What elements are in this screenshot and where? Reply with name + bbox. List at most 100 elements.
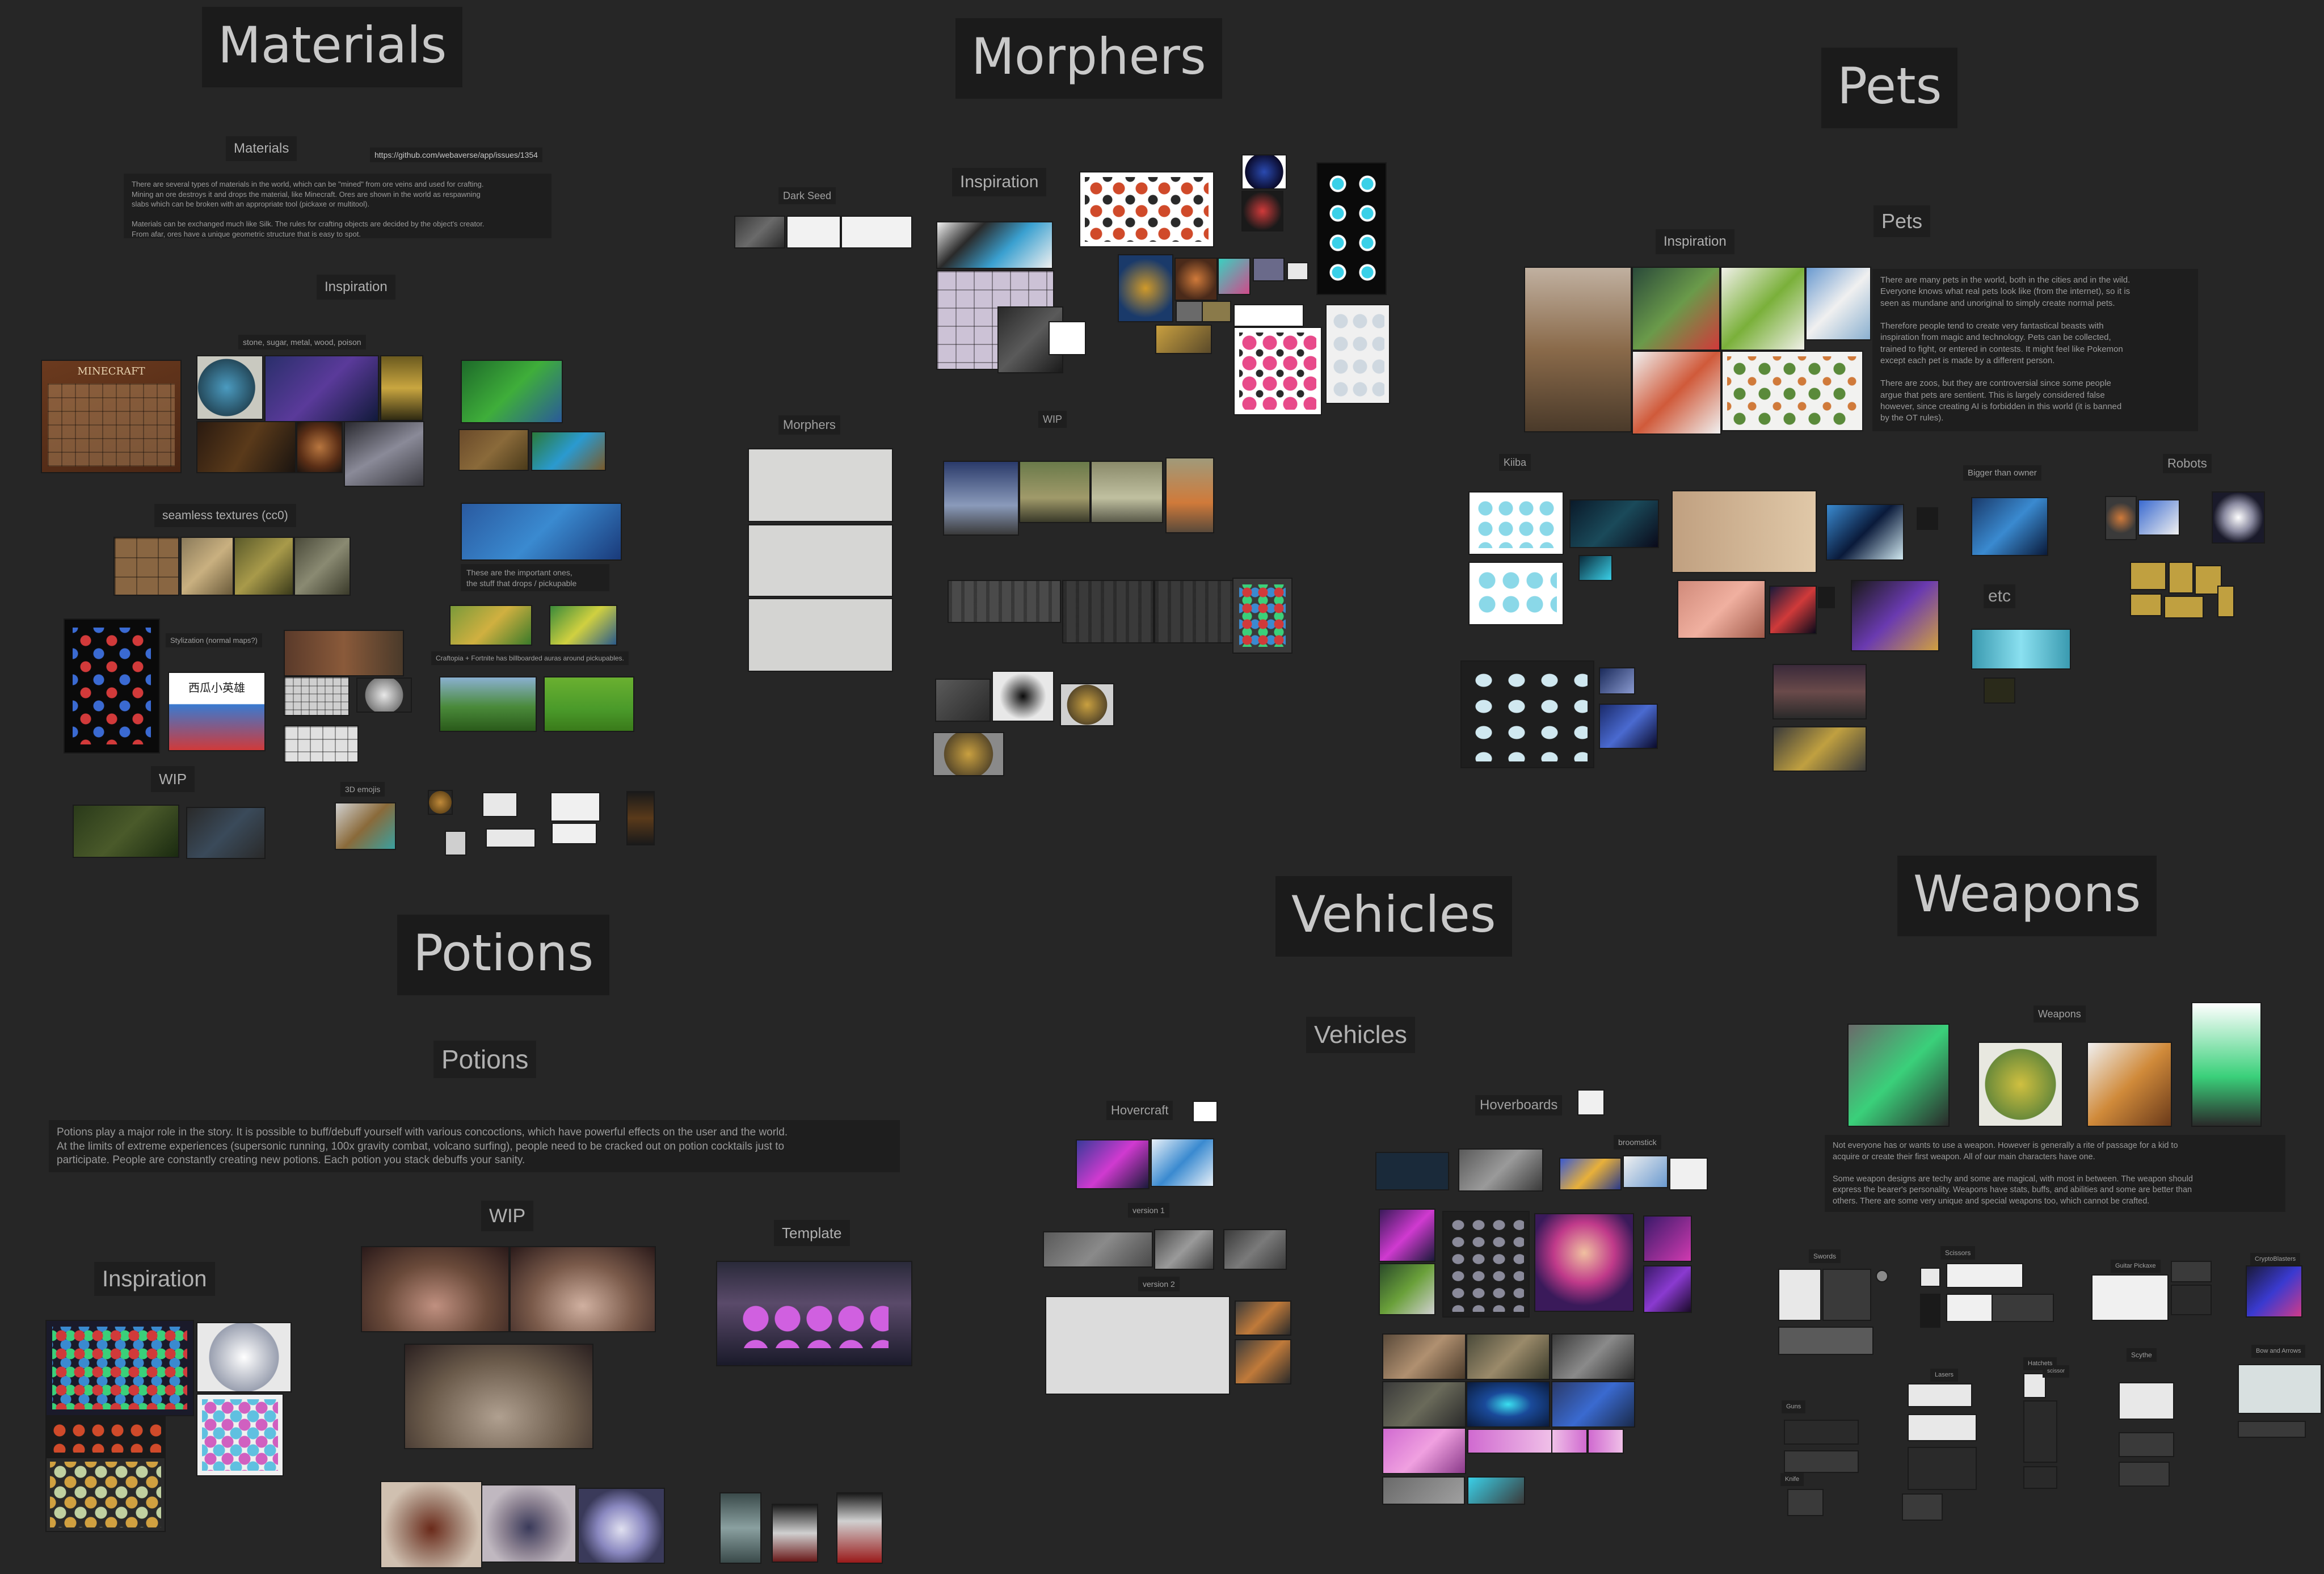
vehicles-version2-label: version 2 [1138, 1277, 1180, 1291]
morpher-wip-render-4 [1165, 457, 1214, 533]
emoji-thumb-2 [482, 792, 517, 817]
pet-lizard-image [1773, 726, 1867, 772]
morphers-section-title: Morphers [955, 18, 1222, 99]
morpher-wip-bug-4 [933, 732, 1004, 776]
morpher-inspo-pink-bot-sheet [1233, 327, 1322, 415]
scythe-image-3 [2119, 1462, 2170, 1487]
morpher-inspo-thumb-c [1176, 301, 1203, 322]
materials-subtitle: Materials [226, 136, 297, 161]
scissor-label: scissor [2043, 1365, 2070, 1378]
broomstick-image-3 [1669, 1158, 1708, 1190]
robot-pet-1 [2105, 496, 2137, 540]
dark-seed-label: Dark Seed [778, 187, 836, 204]
weapons-description-note: Not everyone has or wants to use a weapo… [1825, 1135, 2285, 1212]
hoverboard-variants-grid [1442, 1211, 1530, 1318]
hovercraft-icon-thumb [1193, 1101, 1218, 1122]
knife-label: Knife [1780, 1473, 1804, 1486]
potion-inspo-bottles [196, 1394, 284, 1476]
purple-cave-image [264, 355, 379, 422]
version1-render-2 [1154, 1229, 1214, 1270]
weapon-ornate-blade-image [2087, 1042, 2172, 1127]
weapon-gold-blade-image [1978, 1042, 2063, 1127]
materials-wip-render-image [186, 807, 266, 859]
pets-inspiration-label: Inspiration [1656, 229, 1734, 254]
scissors-thumb-3 [1920, 1294, 1940, 1328]
potions-template-label: Template [774, 1220, 850, 1246]
potion-inspo-jar [196, 1322, 292, 1392]
materials-section-title: Materials [202, 7, 463, 87]
hovercraft-image-2 [1151, 1138, 1214, 1187]
potions-section-title: Potions [397, 915, 610, 995]
bigger-than-owner-label: Bigger than owner [1963, 465, 2041, 481]
morpher-inspo-red-bot [1241, 191, 1283, 232]
morpher-wip-bug-3 [1060, 683, 1114, 726]
broomstick-image-1 [1559, 1158, 1622, 1190]
swords-thumb-3 [1778, 1327, 1873, 1355]
version1-render-1 [1043, 1231, 1153, 1268]
gold-crystals-image [380, 355, 423, 421]
materials-wip-label: WIP [151, 766, 195, 792]
hoverboard-scene-1 [1379, 1209, 1435, 1262]
hoverboard-deck-grey-2 [1467, 1476, 1525, 1505]
emoji-thumb-3 [445, 831, 466, 856]
scissors-thumb-1 [1920, 1268, 1940, 1287]
potion-wip-bottles [404, 1344, 593, 1449]
dark-crystal-image [344, 421, 424, 487]
kiiba-label: Kiiba [1499, 454, 1531, 471]
pet-desert-scene [1773, 664, 1867, 719]
stylization-label: Stylization (normal maps?) [166, 633, 262, 647]
texture-swatches-image [113, 537, 179, 596]
scissor-image [1902, 1493, 1943, 1521]
weapon-crystal-sword-image [2191, 1002, 2262, 1127]
morpher-inspo-helmet [1241, 154, 1287, 190]
fortnite-screenshot-1 [439, 676, 537, 732]
lasers-image [1908, 1383, 1972, 1407]
scythe-image-2 [2119, 1432, 2174, 1457]
morpher-inspo-toy [1218, 258, 1251, 295]
pet-tiny-thumb [1917, 507, 1938, 530]
vehicles-subtitle: Vehicles [1306, 1017, 1415, 1053]
morpher-inspo-thumb-b [1287, 262, 1308, 280]
materials-inspiration-caption: stone, sugar, metal, wood, poison [238, 335, 366, 350]
craftopia-screenshot-2 [549, 605, 617, 646]
broomstick-image-2 [1623, 1155, 1668, 1188]
etc-fish-image [1971, 629, 2071, 670]
hoverboard-scene-4 [1643, 1265, 1692, 1313]
swords-thumb-1 [1778, 1269, 1821, 1321]
swords-gem-thumb [1876, 1270, 1888, 1282]
scythe-image-1 [2119, 1382, 2174, 1420]
potions-wip-label: WIP [481, 1201, 534, 1231]
pet-variants-grid [1460, 660, 1594, 768]
guitar-pickaxe-label: Guitar Pickaxe [2111, 1260, 2161, 1273]
hoverboard-deck-grey-1 [1382, 1476, 1465, 1505]
morpher-inspo-eye-bots [1316, 162, 1387, 295]
hoverboard-deck-2 [1466, 1333, 1550, 1380]
lasers-label: Lasers [1930, 1369, 1959, 1382]
version1-render-3 [1223, 1229, 1287, 1270]
morpher-wip-color-swatches [1232, 578, 1292, 654]
hoverboard-character-render [1534, 1213, 1634, 1312]
hoverboard-scene-2 [1379, 1263, 1435, 1315]
bow-arrows-thumb [2238, 1421, 2306, 1438]
pet-inspo-creature-sheet [1721, 351, 1863, 431]
morpher-inspo-white-bots [1325, 304, 1390, 404]
rock-texture-image [294, 537, 351, 596]
potions-description-note: Potions play a major role in the story. … [49, 1120, 900, 1172]
stylized-fruit-calligraphy: 西瓜小英雄 [188, 681, 245, 695]
morpher-inspo-creature [1174, 258, 1218, 301]
kiiba-sheet-2 [1468, 562, 1564, 625]
hovercraft-label: Hovercraft [1106, 1101, 1173, 1120]
pet-inspo-creature-5 [1632, 351, 1721, 435]
guitar-pickaxe-thumb-2 [2171, 1285, 2212, 1315]
whiteboard-canvas[interactable]: Materials Materials https://github.com/w… [0, 0, 2324, 1574]
guns-image-1 [1784, 1420, 1859, 1445]
version2-render-2 [1235, 1339, 1291, 1384]
swords-label: Swords [1809, 1249, 1841, 1263]
morpher-inspo-thumb-d [1202, 301, 1231, 322]
robot-pet-3 [2212, 491, 2265, 544]
hovercraft-image-1 [1076, 1139, 1150, 1189]
3d-emojis-label: 3D emojis [340, 782, 385, 797]
blue-ore-image [196, 355, 263, 420]
minecraft-caption: MINECRAFT [77, 365, 145, 377]
materials-issue-link[interactable]: https://github.com/webaverse/app/issues/… [370, 148, 542, 162]
